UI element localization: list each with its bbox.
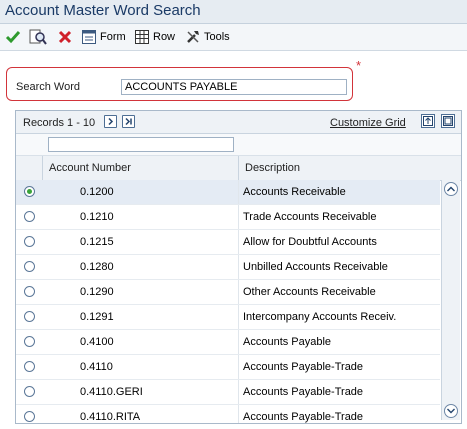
row-select-radio[interactable] [24, 186, 35, 197]
account-number-cell: 0.4110 [43, 355, 239, 379]
table-row[interactable]: 0.4110 Accounts Payable-Trade [16, 355, 440, 380]
row-select-radio[interactable] [24, 236, 35, 247]
row-select-radio[interactable] [24, 261, 35, 272]
customize-grid-link[interactable]: Customize Grid [330, 117, 406, 129]
description-cell: Unbilled Accounts Receivable [243, 261, 388, 273]
description-cell: Accounts Payable-Trade [243, 411, 364, 423]
account-filter-input[interactable] [48, 137, 234, 152]
form-menu-label: Form [100, 31, 126, 43]
description-cell: Accounts Receivable [243, 186, 346, 198]
query-by-example-row [16, 134, 461, 156]
account-number-cell: 0.1215 [43, 230, 239, 254]
scroll-down-button[interactable] [444, 404, 458, 418]
table-row[interactable]: 0.1200 Accounts Receivable [16, 180, 440, 205]
records-count: Records 1 - 10 [23, 117, 96, 129]
account-number-cell: 0.1291 [43, 305, 239, 329]
grid-maximize-button[interactable] [441, 114, 455, 128]
account-number-cell: 0.4110.GERI [43, 380, 239, 404]
row-menu-button[interactable]: Row [134, 28, 175, 46]
row-select-radio[interactable] [24, 361, 35, 372]
grid-header-bar: Records 1 - 10 Customize Grid [16, 111, 461, 134]
search-word-label: Search Word [16, 81, 80, 93]
grid-rows: 0.1200 Accounts Receivable 0.1210 Trade Acc… [16, 180, 440, 423]
tools-icon [185, 29, 201, 45]
table-row[interactable]: 0.4110.GERI Accounts Payable-Trade [16, 380, 440, 405]
table-row[interactable]: 0.1291 Intercompany Accounts Receiv. [16, 305, 440, 330]
checkmark-icon [5, 29, 21, 45]
results-grid: Records 1 - 10 Customize Grid Account Nu… [15, 110, 462, 424]
table-row[interactable]: 0.1215 Allow for Doubtful Accounts [16, 230, 440, 255]
account-number-cell: 0.4100 [43, 330, 239, 354]
grid-scrollbar[interactable] [441, 180, 460, 420]
account-number-cell: 0.1290 [43, 280, 239, 304]
title-bar: Account Master Word Search [0, 0, 467, 24]
account-number-header[interactable]: Account Number [43, 156, 239, 180]
row-menu-label: Row [153, 31, 176, 43]
row-select-radio[interactable] [24, 386, 35, 397]
description-cell: Other Accounts Receivable [243, 286, 376, 298]
search-word-panel: Search Word [6, 67, 353, 101]
table-row[interactable]: 0.4100 Accounts Payable [16, 330, 440, 355]
table-row[interactable]: 0.1280 Unbilled Accounts Receivable [16, 255, 440, 280]
column-headers: Account Number Description [16, 156, 461, 181]
select-check-button[interactable] [5, 28, 21, 46]
tools-menu-label: Tools [204, 31, 230, 43]
row-grid-icon [134, 29, 150, 45]
table-row[interactable]: 0.4110.RITA Accounts Payable-Trade [16, 405, 440, 423]
close-x-icon [57, 29, 73, 45]
row-select-radio[interactable] [24, 311, 35, 322]
row-select-radio[interactable] [24, 336, 35, 347]
row-select-radio[interactable] [24, 211, 35, 222]
description-cell: Intercompany Accounts Receiv. [243, 311, 397, 323]
chevron-last-icon [125, 117, 132, 126]
description-cell: Accounts Payable-Trade [243, 386, 364, 398]
tools-menu-button[interactable]: Tools [185, 28, 230, 46]
grid-export-button[interactable] [421, 114, 435, 128]
row-select-radio[interactable] [24, 286, 35, 297]
find-icon [29, 28, 47, 46]
select-column-header [16, 156, 43, 180]
cancel-button[interactable] [57, 28, 73, 46]
account-number-cell: 0.1280 [43, 255, 239, 279]
table-row[interactable]: 0.1210 Trade Accounts Receivable [16, 205, 440, 230]
required-marker: * [356, 58, 362, 73]
toolbar: Form Row Tools [0, 24, 467, 51]
account-number-cell: 0.4110.RITA [43, 405, 239, 423]
search-word-input[interactable] [121, 79, 347, 95]
chevron-up-icon [447, 186, 455, 192]
account-number-cell: 0.1200 [43, 180, 239, 204]
window-title: Account Master Word Search [5, 2, 201, 19]
form-icon [81, 29, 97, 45]
maximize-icon [443, 116, 453, 126]
find-button[interactable] [29, 28, 47, 46]
description-header[interactable]: Description [239, 156, 440, 180]
row-select-radio[interactable] [24, 411, 35, 422]
last-page-button[interactable] [122, 115, 135, 128]
description-cell: Allow for Doubtful Accounts [243, 236, 377, 248]
scroll-up-button[interactable] [444, 182, 458, 196]
description-cell: Accounts Payable-Trade [243, 361, 364, 373]
chevron-right-icon [108, 117, 114, 126]
chevron-down-icon [447, 408, 455, 414]
form-menu-button[interactable]: Form [81, 28, 126, 46]
description-cell: Trade Accounts Receivable [243, 211, 377, 223]
table-row[interactable]: 0.1290 Other Accounts Receivable [16, 280, 440, 305]
next-page-button[interactable] [104, 115, 117, 128]
export-icon [423, 116, 433, 126]
description-cell: Accounts Payable [243, 336, 332, 348]
account-number-cell: 0.1210 [43, 205, 239, 229]
